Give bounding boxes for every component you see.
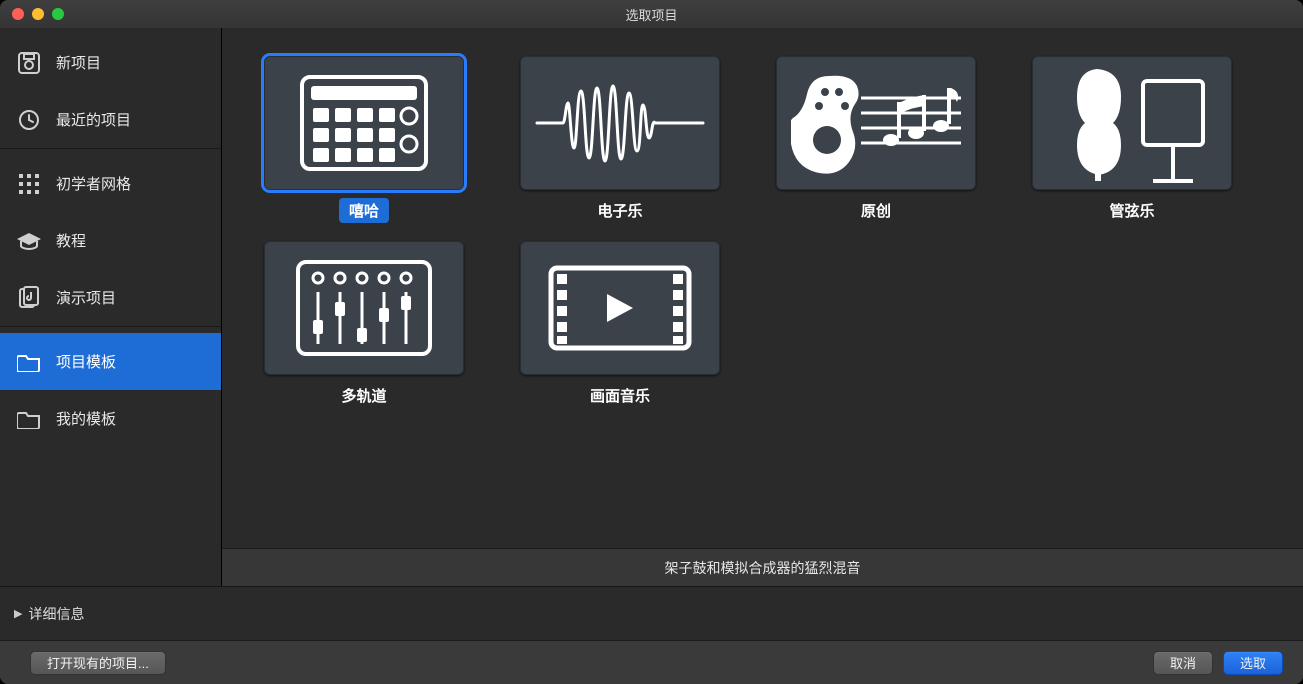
template-label: 管弦乐	[1099, 198, 1164, 223]
template-card-electronic[interactable]: 电子乐	[492, 56, 748, 223]
grid-icon	[16, 171, 42, 197]
sidebar: 新项目 最近的项目	[0, 28, 222, 586]
guitar-notes-icon	[791, 68, 961, 178]
folder-icon	[16, 406, 42, 432]
music-doc-icon	[16, 285, 42, 311]
sidebar-item-my-templates[interactable]: 我的模板	[0, 390, 221, 447]
open-existing-button[interactable]: 打开现有的项目...	[30, 651, 166, 675]
choose-button[interactable]: 选取	[1223, 651, 1283, 675]
template-label: 嘻哈	[339, 198, 389, 223]
violin-stand-icon	[1047, 63, 1217, 183]
sidebar-item-label: 初学者网格	[56, 173, 131, 194]
template-label: 电子乐	[587, 198, 652, 223]
sidebar-item-recent[interactable]: 最近的项目	[0, 91, 221, 148]
template-card-songwriter[interactable]: 原创	[748, 56, 1004, 223]
sidebar-item-label: 我的模板	[56, 408, 116, 429]
button-label: 打开现有的项目...	[47, 653, 149, 672]
template-card-multitrack[interactable]: 多轨道	[236, 241, 492, 408]
sidebar-item-label: 演示项目	[56, 287, 116, 308]
template-label: 画面音乐	[580, 383, 660, 408]
template-card-hiphop[interactable]: 嘻哈	[236, 56, 492, 223]
cancel-button[interactable]: 取消	[1153, 651, 1213, 675]
template-thumb[interactable]	[520, 241, 720, 375]
sidebar-item-label: 新项目	[56, 52, 101, 73]
template-card-scoring[interactable]: 画面音乐	[492, 241, 748, 408]
zoom-icon[interactable]	[52, 8, 64, 20]
sidebar-item-label: 项目模板	[56, 351, 116, 372]
template-thumb[interactable]	[520, 56, 720, 190]
film-frame-icon	[545, 258, 695, 358]
sidebar-item-demo[interactable]: 演示项目	[0, 269, 221, 326]
close-icon[interactable]	[12, 8, 24, 20]
template-thumb[interactable]	[264, 241, 464, 375]
detail-disclosure[interactable]: ▶ 详细信息	[0, 586, 1303, 640]
sidebar-item-tutorials[interactable]: 教程	[0, 212, 221, 269]
template-label: 原创	[851, 198, 901, 223]
window-title: 选取项目	[625, 5, 677, 24]
sidebar-item-new-project[interactable]: 新项目	[0, 34, 221, 91]
detail-label: 详细信息	[28, 604, 84, 624]
sidebar-item-label: 教程	[56, 230, 86, 251]
template-grid: 嘻哈 电子乐	[222, 28, 1303, 548]
template-thumb[interactable]	[264, 56, 464, 190]
template-thumb[interactable]	[1032, 56, 1232, 190]
disk-icon	[16, 50, 42, 76]
sidebar-item-starter[interactable]: 初学者网格	[0, 155, 221, 212]
graduation-cap-icon	[16, 228, 42, 254]
sidebar-item-label: 最近的项目	[56, 109, 131, 130]
minimize-icon[interactable]	[32, 8, 44, 20]
waveform-icon	[535, 83, 705, 163]
template-label: 多轨道	[331, 383, 396, 408]
button-label: 选取	[1240, 653, 1266, 672]
titlebar: 选取项目	[0, 0, 1303, 28]
folder-icon	[16, 349, 42, 375]
template-description: 架子鼓和模拟合成器的猛烈混音	[222, 548, 1303, 586]
template-card-orchestral[interactable]: 管弦乐	[1004, 56, 1260, 223]
template-thumb[interactable]	[776, 56, 976, 190]
drum-machine-icon	[299, 74, 429, 172]
sidebar-item-project-templates[interactable]: 项目模板	[0, 333, 221, 390]
mixer-icon	[294, 258, 434, 358]
clock-icon	[16, 107, 42, 133]
chevron-right-icon: ▶	[14, 607, 22, 620]
button-label: 取消	[1170, 653, 1196, 672]
